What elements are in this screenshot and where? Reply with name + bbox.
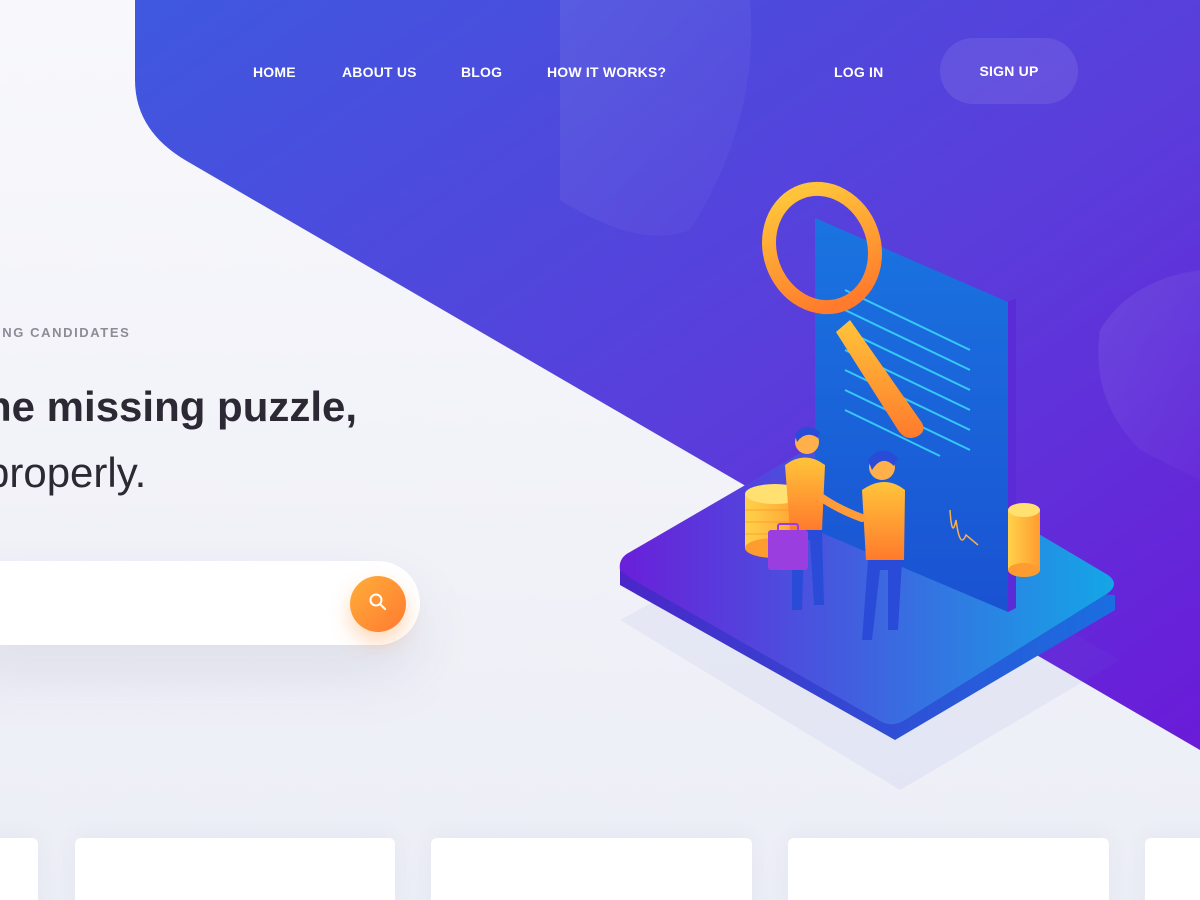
headline-line-1: he missing puzzle, (0, 383, 358, 430)
search-button[interactable] (350, 576, 406, 632)
nav-about-link[interactable]: ABOUT US (342, 64, 417, 80)
nav-how-it-works-link[interactable]: HOW IT WORKS? (547, 64, 666, 80)
top-navigation: HOME ABOUT US BLOG HOW IT WORKS? LOG IN … (0, 0, 1200, 140)
feature-card[interactable] (788, 838, 1109, 900)
search-bar (0, 561, 420, 645)
feature-card[interactable] (75, 838, 395, 900)
briefcase-icon (768, 523, 808, 570)
signup-button[interactable]: SIGN UP (940, 38, 1078, 104)
feature-card[interactable] (431, 838, 752, 900)
hero-illustration (619, 181, 1120, 790)
nav-blog-link[interactable]: BLOG (461, 64, 502, 80)
feature-card[interactable] (1145, 838, 1200, 900)
nav-home-link[interactable]: HOME (253, 64, 296, 80)
headline-line-2: properly. (0, 449, 147, 496)
feature-card[interactable] (0, 838, 38, 900)
hero-eyebrow: CING CANDIDATES (0, 325, 131, 340)
search-icon (368, 592, 388, 617)
search-input[interactable] (0, 585, 320, 621)
hero-headline: he missing puzzle, properly. (0, 374, 357, 506)
coin-stack-icon (1008, 503, 1040, 577)
login-link[interactable]: LOG IN (834, 64, 883, 80)
